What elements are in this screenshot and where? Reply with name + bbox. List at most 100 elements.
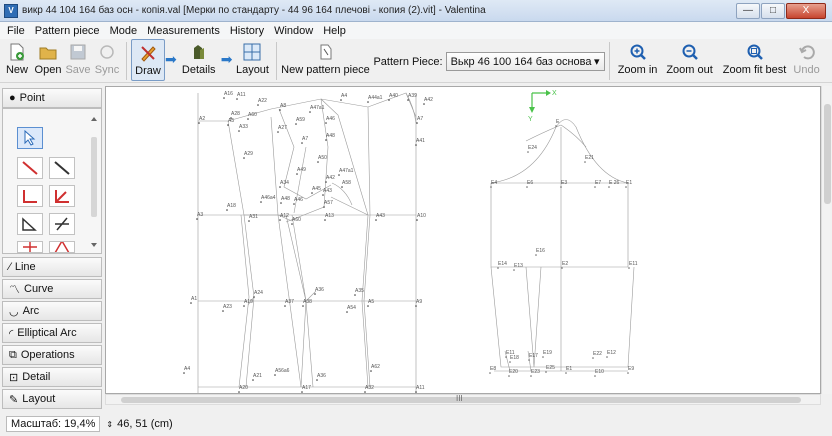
arc-tools-section[interactable]: ◡ Arc [2,301,102,321]
pattern-point[interactable] [628,267,630,269]
pattern-point[interactable] [530,375,532,377]
pattern-point[interactable] [253,296,255,298]
pattern-point[interactable] [198,122,200,124]
pattern-point[interactable] [296,173,298,175]
pattern-point[interactable] [279,109,281,111]
pattern-point[interactable] [497,267,499,269]
canvas-horizontal-scrollbar[interactable]: III [105,394,821,405]
pattern-point[interactable] [584,161,586,163]
pattern-point[interactable] [367,101,369,103]
pattern-point[interactable] [545,371,547,373]
pattern-point[interactable] [565,372,567,374]
spin-arrows-icon[interactable]: ⇕ [106,420,113,429]
pattern-point[interactable] [183,372,185,374]
shoulder-point-tool[interactable] [17,213,43,235]
new-pattern-piece-button[interactable]: New pattern piece [281,39,370,81]
line-point-tool[interactable] [49,157,75,179]
pattern-point[interactable] [247,118,249,120]
menu-history[interactable]: History [225,25,269,37]
pattern-point[interactable] [311,192,313,194]
pattern-point[interactable] [338,174,340,176]
save-button[interactable]: Save [64,39,92,81]
pattern-point[interactable] [309,111,311,113]
pattern-point[interactable] [274,374,276,376]
pattern-point[interactable] [415,305,417,307]
pattern-point[interactable] [323,206,325,208]
menu-window[interactable]: Window [269,25,318,37]
pattern-point[interactable] [317,161,319,163]
pattern-point[interactable] [542,356,544,358]
zoom-fit-best-button[interactable]: Zoom fit best [718,39,792,81]
zoom-in-button[interactable]: Zoom in [614,39,662,81]
pattern-point[interactable] [555,125,557,127]
pattern-point[interactable] [302,305,304,307]
menu-help[interactable]: Help [318,25,351,37]
pattern-point[interactable] [625,186,627,188]
detail-tools-section[interactable]: ⊡ Detail [2,367,102,387]
pattern-point[interactable] [340,99,342,101]
undo-button[interactable]: Undo [792,39,822,81]
pattern-point[interactable] [322,194,324,196]
pattern-point[interactable] [196,218,198,220]
pattern-point[interactable] [375,219,377,221]
pattern-point[interactable] [367,305,369,307]
pattern-point[interactable] [324,219,326,221]
pattern-point[interactable] [284,305,286,307]
segment-tool[interactable] [17,157,43,179]
details-mode-button[interactable]: Details [177,39,221,81]
pattern-point[interactable] [527,151,529,153]
intersect-tool[interactable] [17,241,43,253]
point-tools-section[interactable]: ● Point [2,88,102,108]
pattern-point[interactable] [238,130,240,132]
bisector-tool[interactable] [49,185,75,207]
maximize-button[interactable]: □ [761,2,785,19]
pattern-point[interactable] [243,305,245,307]
pattern-point[interactable] [407,99,409,101]
pattern-point[interactable] [513,269,515,271]
pattern-point[interactable] [301,142,303,144]
pattern-point[interactable] [490,186,492,188]
pattern-point[interactable] [508,375,510,377]
pattern-point[interactable] [314,293,316,295]
pattern-point[interactable] [594,375,596,377]
pattern-point[interactable] [560,186,562,188]
tools-scrollbar[interactable] [89,113,99,251]
drawing-canvas[interactable]: X Y A16 A11 A22 A8 A47a1 A4 A44a1 A40 A39 A42 A2 A2… [105,86,821,394]
pattern-point[interactable] [243,157,245,159]
normal-tool[interactable] [17,185,43,207]
menu-pattern-piece[interactable]: Pattern piece [30,25,105,37]
curve-tools-section[interactable]: 〽 Curve [2,279,102,299]
zoom-out-button[interactable]: Zoom out [662,39,718,81]
pattern-point[interactable] [279,186,281,188]
pattern-point[interactable] [260,201,262,203]
pattern-point[interactable] [257,104,259,106]
pattern-point[interactable] [561,267,563,269]
pattern-point[interactable] [526,186,528,188]
pattern-point[interactable] [325,139,327,141]
menu-mode[interactable]: Mode [105,25,143,37]
draw-mode-button[interactable]: Draw [131,39,165,81]
pattern-point[interactable] [416,122,418,124]
pattern-point[interactable] [295,123,297,125]
pattern-point[interactable] [346,311,348,313]
pattern-point[interactable] [222,310,224,312]
pattern-point[interactable] [415,144,417,146]
angle-tool[interactable] [49,241,75,253]
operations-tools-section[interactable]: ⧉ Operations [2,345,102,365]
point-of-contact-tool[interactable] [49,213,75,235]
pattern-point[interactable] [370,370,372,372]
pattern-point[interactable] [227,124,229,126]
pattern-point[interactable] [594,186,596,188]
pattern-point[interactable] [279,219,281,221]
pattern-point[interactable] [423,103,425,105]
layout-mode-button[interactable]: Layout [232,39,272,81]
sync-button[interactable]: Sync [92,39,122,81]
pattern-point[interactable] [489,372,491,374]
pattern-point[interactable] [528,359,530,361]
pattern-point[interactable] [505,356,507,358]
layout-tools-section[interactable]: ✎ Layout [2,389,102,409]
pattern-point[interactable] [277,131,279,133]
arrow-pointer-tool[interactable] [17,127,43,149]
pattern-point[interactable] [415,391,417,393]
pattern-point[interactable] [509,361,511,363]
